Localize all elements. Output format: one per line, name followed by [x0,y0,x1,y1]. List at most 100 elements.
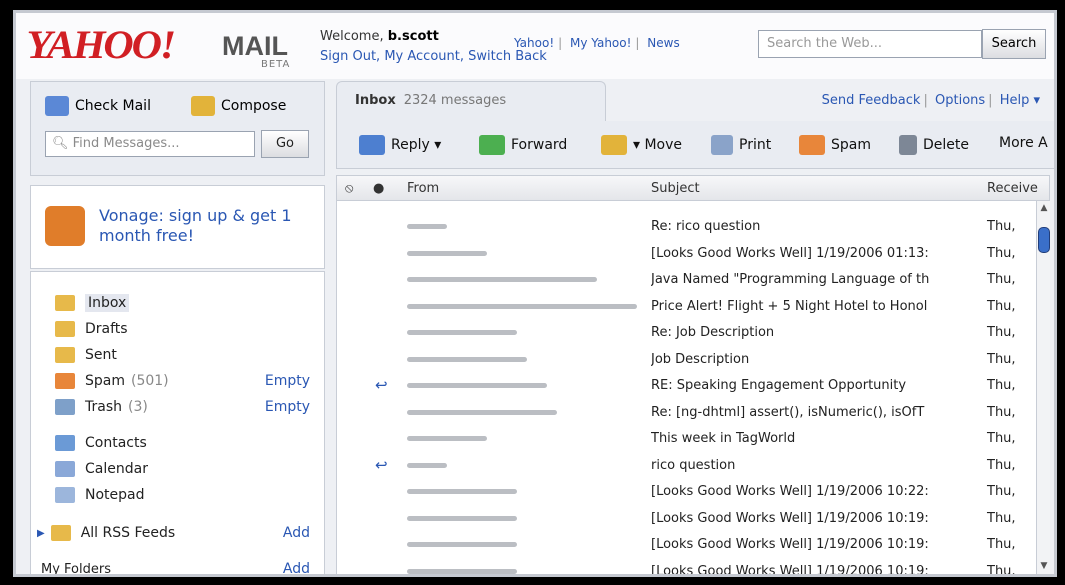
folder-sent[interactable]: Sent [55,344,320,366]
message-subject: Re: rico question [651,219,761,234]
message-list-header: ⦸ ● From Subject Receive [336,175,1050,201]
compose-button[interactable]: Compose [191,96,286,116]
message-row[interactable]: [Looks Good Works Well] 1/19/2006 10:19:… [337,505,1037,531]
message-date: Thu, [987,563,1016,577]
folder-spam[interactable]: Spam (501) Empty [55,370,320,392]
my-yahoo-link[interactable]: My Yahoo! [570,36,631,50]
trash-count: (3) [128,399,148,415]
delete-label: Delete [923,137,969,153]
folder-drafts[interactable]: Drafts [55,318,320,340]
spam-icon [799,135,825,155]
message-date: Thu, [987,537,1016,552]
notepad-link[interactable]: Notepad [55,484,320,506]
send-feedback-link[interactable]: Send Feedback [822,93,921,108]
message-row[interactable]: Job Description Thu, [337,346,1037,372]
check-mail-button[interactable]: Check Mail [45,96,151,116]
sender-blurred [407,277,597,282]
yahoo-links: Yahoo! | My Yahoo! | News [514,36,680,50]
add-rss-link[interactable]: Add [283,525,310,541]
calendar-icon [55,461,75,477]
message-subject: [Looks Good Works Well] 1/19/2006 10:19: [651,510,929,526]
search-button[interactable]: Search [982,29,1046,59]
message-row[interactable]: [Looks Good Works Well] 1/19/2006 01:13:… [337,240,1037,266]
sender-blurred [407,224,447,229]
message-row[interactable]: [Looks Good Works Well] 1/19/2006 10:19:… [337,531,1037,557]
print-button[interactable]: Print [711,135,771,155]
message-count: 2324 messages [403,93,507,108]
folder-trash[interactable]: Trash (3) Empty [55,396,320,418]
help-link[interactable]: Help ▾ [1000,93,1040,108]
news-link[interactable]: News [647,36,679,50]
message-subject: Java Named "Programming Language of th [651,272,930,287]
message-subject: Re: Job Description [651,325,775,340]
message-subject: rico question [651,457,736,473]
sender-blurred [407,489,517,494]
spam-label: Spam [831,137,871,153]
sender-blurred [407,462,447,468]
message-date: Thu, [987,404,1016,420]
message-subject: [Looks Good Works Well] 1/19/2006 01:13: [651,245,929,261]
message-list: Re: rico question Thu, [Looks Good Works W… [336,201,1037,577]
attachment-column-icon[interactable]: ⦸ [345,181,353,196]
rss-feeds-item[interactable]: ▶ All RSS Feeds Add [37,522,320,544]
calendar-link[interactable]: Calendar [55,458,320,480]
move-button[interactable]: ▾ Move [601,135,682,155]
scroll-up-icon[interactable]: ▲ [1038,203,1050,217]
find-messages-input[interactable]: 🔍︎ Find Messages... [45,131,255,157]
scroll-down-icon[interactable]: ▼ [1038,561,1050,574]
expand-arrow-icon[interactable]: ▶ [37,528,45,539]
message-date: Thu, [987,272,1016,287]
sender-blurred [407,436,487,441]
tab-inbox[interactable]: Inbox 2324 messages [336,81,606,121]
compose-label: Compose [221,98,287,114]
forward-button[interactable]: Forward [479,135,567,155]
scrollbar-thumb[interactable] [1038,227,1050,253]
message-row[interactable]: [Looks Good Works Well] 1/19/2006 10:19:… [337,558,1037,577]
folder-label: Drafts [85,321,128,337]
account-links[interactable]: Sign Out, My Account, Switch Back [320,49,547,64]
reply-button[interactable]: Reply ▾ [359,135,441,155]
message-row[interactable]: Price Alert! Flight + 5 Night Hotel to H… [337,293,1037,319]
message-row[interactable]: ↩ rico question Thu, [337,452,1037,478]
message-row[interactable]: This week in TagWorld Thu, [337,425,1037,451]
web-search-input[interactable]: Search the Web... [758,30,982,58]
yahoo-logo[interactable]: YAHOO! [26,21,176,68]
message-row[interactable]: [Looks Good Works Well] 1/19/2006 10:22:… [337,478,1037,504]
check-mail-icon [45,96,69,116]
message-list-scrollbar[interactable]: ▲ ▼ [1036,201,1050,574]
contacts-link[interactable]: Contacts [55,432,320,454]
add-folder-link[interactable]: Add [283,561,310,574]
flag-column-icon[interactable]: ● [373,181,384,196]
empty-spam-link[interactable]: Empty [265,373,310,389]
message-date: Thu, [987,457,1016,473]
message-row[interactable]: ↩ RE: Speaking Engagement Opportunity Thu, [337,372,1037,398]
message-row[interactable]: Java Named "Programming Language of th Th… [337,266,1037,292]
yahoo-link[interactable]: Yahoo! [514,36,554,50]
message-date: Thu, [987,431,1016,446]
message-subject: [Looks Good Works Well] 1/19/2006 10:19: [651,563,929,577]
notepad-label: Notepad [85,487,145,503]
options-link[interactable]: Options [935,93,985,108]
vonage-icon [45,206,85,246]
print-label: Print [739,137,772,153]
ad-text[interactable]: Vonage: sign up & get 1 month free! [99,206,299,246]
trash-icon [899,135,917,155]
spam-button[interactable]: Spam [799,135,871,155]
message-subject: [Looks Good Works Well] 1/19/2006 10:22: [651,484,929,499]
column-from[interactable]: From [407,181,439,196]
more-actions-button[interactable]: More A [999,135,1048,151]
top-links: Send Feedback | Options | Help ▾ [821,93,1040,108]
column-subject[interactable]: Subject [651,181,700,196]
message-row[interactable]: Re: rico question Thu, [337,213,1037,239]
vonage-ad[interactable]: Vonage: sign up & get 1 month free! [30,185,325,269]
sender-blurred [407,250,487,256]
column-received[interactable]: Receive [987,181,1038,196]
message-row[interactable]: Re: [ng-dhtml] assert(), isNumeric(), is… [337,399,1037,425]
empty-trash-link[interactable]: Empty [265,399,310,415]
delete-button[interactable]: Delete [899,135,969,155]
go-button[interactable]: Go [261,130,309,158]
welcome-prefix: Welcome, [320,29,384,44]
folder-label: Spam [85,373,125,389]
message-row[interactable]: Re: Job Description Thu, [337,319,1037,345]
folder-inbox[interactable]: Inbox [55,292,320,314]
